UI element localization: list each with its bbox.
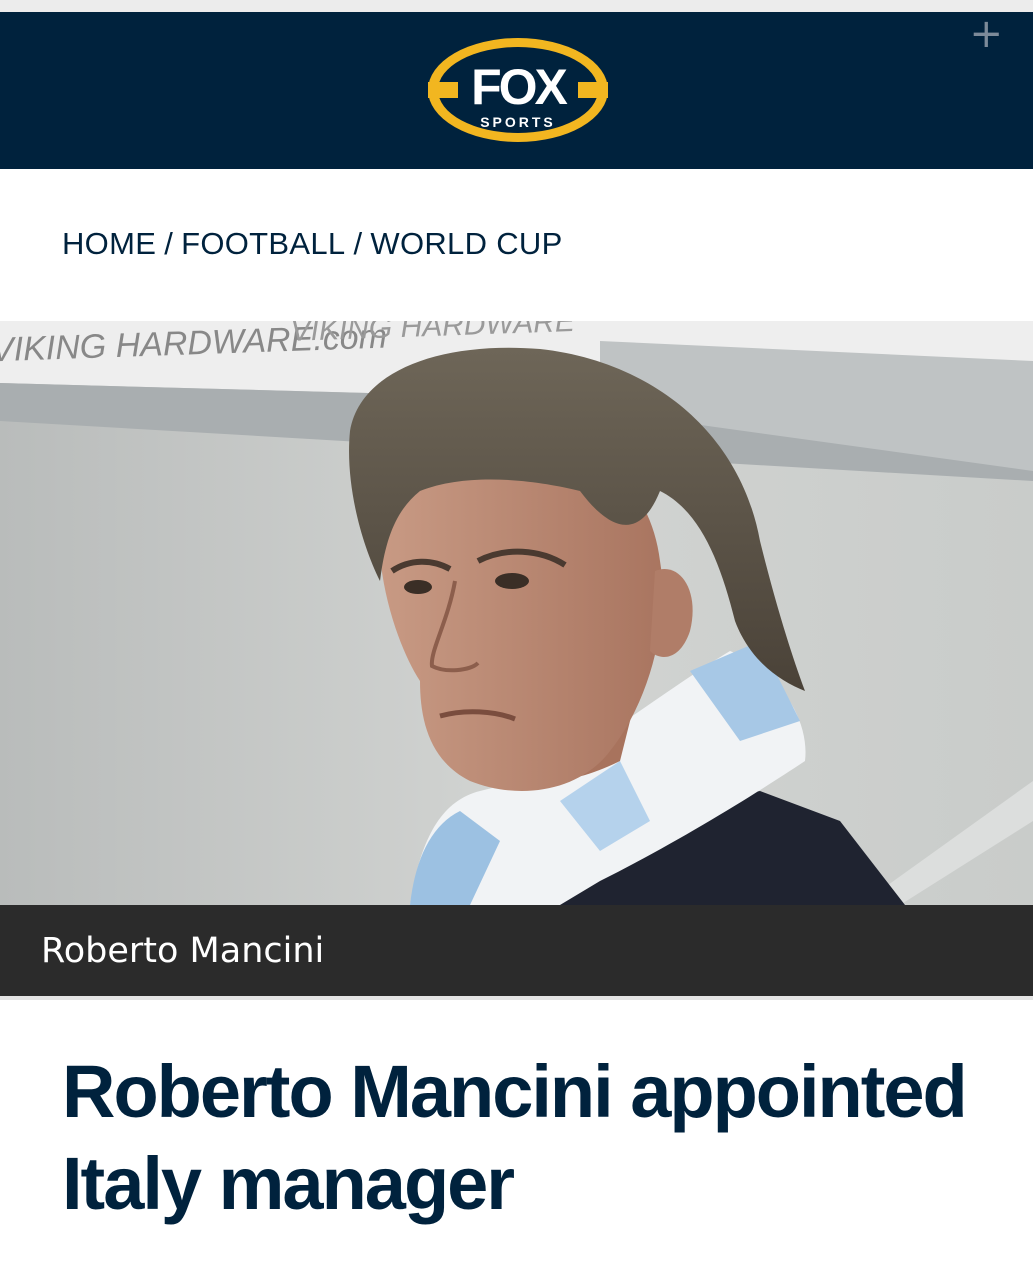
breadcrumb-home[interactable]: HOME: [62, 226, 156, 261]
breadcrumb-separator: /: [164, 226, 174, 261]
logo-fox-text: FOX: [471, 59, 567, 115]
status-strip: [0, 0, 1033, 12]
article-headline: Roberto Mancini appointed Italy manager: [62, 1050, 968, 1225]
site-header: FOX SPORTS +: [0, 12, 1033, 169]
breadcrumb-world-cup[interactable]: WORLD CUP: [370, 226, 562, 261]
hero-image: VIKING HARDWARE.com VIKING HARDWARE: [0, 321, 1033, 905]
breadcrumb: HOME / FOOTBALL / WORLD CUP: [62, 226, 563, 262]
fox-sports-logo[interactable]: FOX SPORTS: [424, 34, 612, 146]
caption-text: Roberto Mancini: [41, 931, 325, 971]
plus-icon[interactable]: +: [969, 14, 1003, 54]
breadcrumb-football[interactable]: FOOTBALL: [181, 226, 345, 261]
logo-sports-text: SPORTS: [480, 114, 556, 130]
breadcrumb-separator: /: [353, 226, 363, 261]
caption-divider: [0, 996, 1033, 1000]
image-caption: Roberto Mancini: [0, 905, 1033, 996]
